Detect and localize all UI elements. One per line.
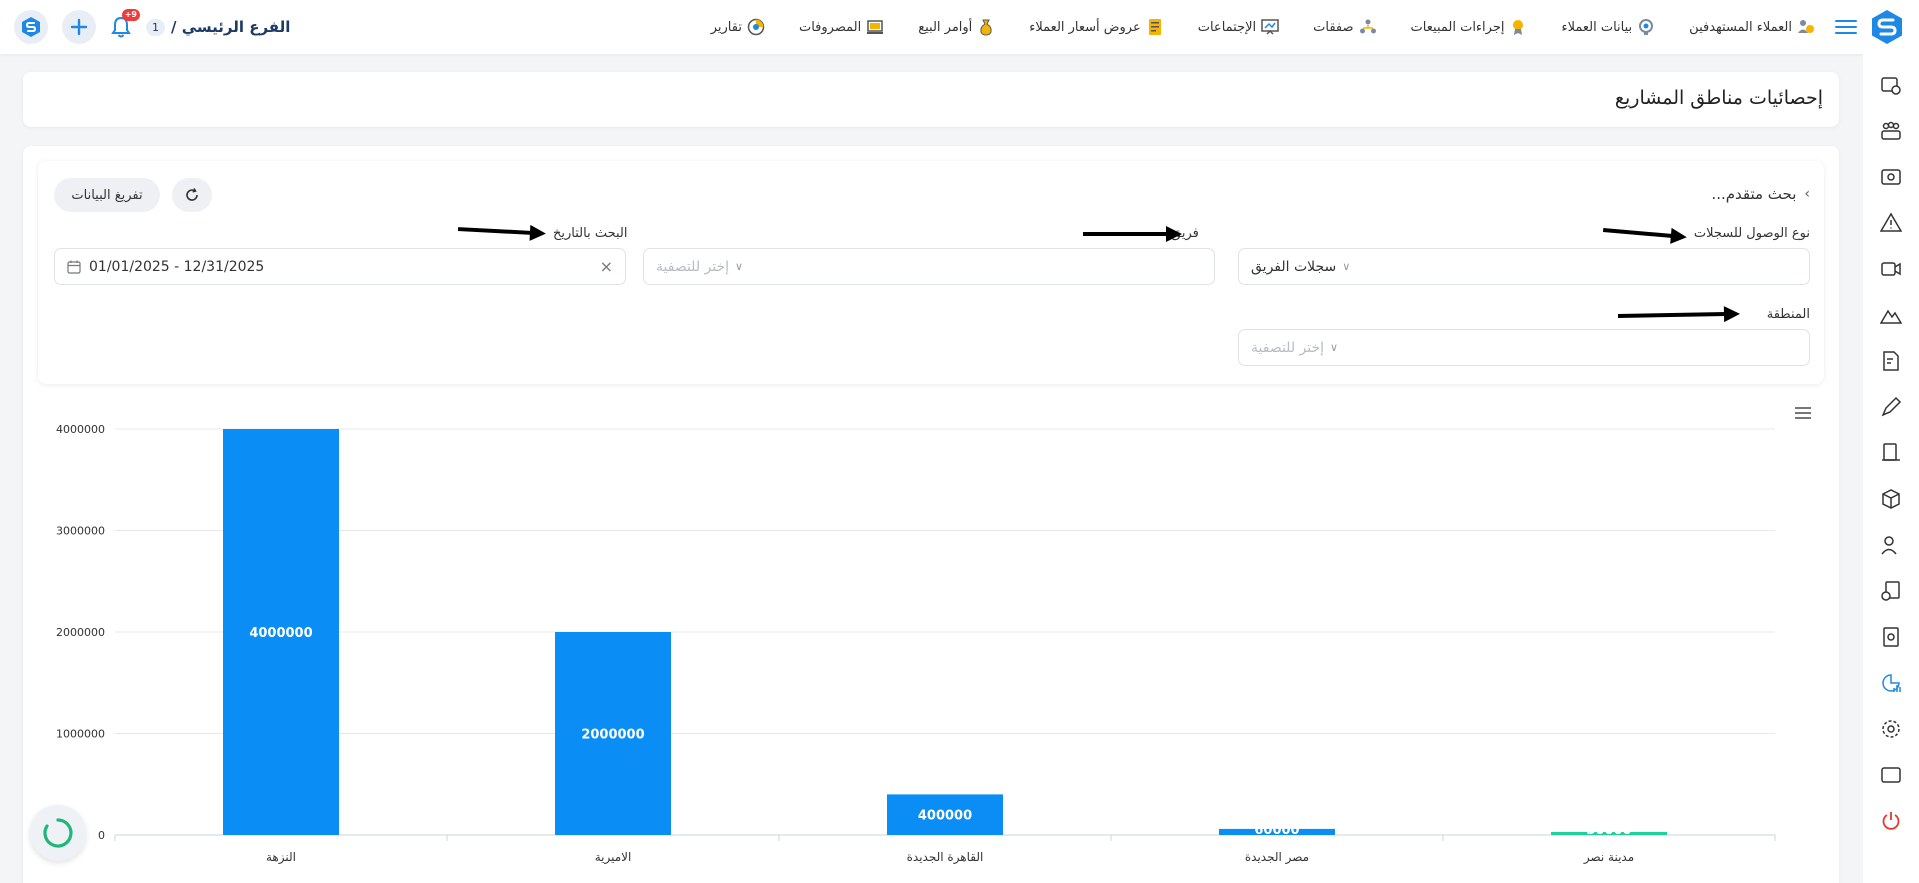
y-tick-label: 4000000 bbox=[56, 423, 105, 436]
x-tick-label: مدينة نصر bbox=[1583, 850, 1634, 865]
y-tick-label: 3000000 bbox=[56, 525, 105, 538]
bar-data-label: 2000000 bbox=[581, 728, 644, 743]
y-tick-label: 1000000 bbox=[56, 728, 105, 741]
loading-spinner-icon bbox=[30, 805, 86, 861]
y-tick-label: 2000000 bbox=[56, 626, 105, 639]
x-tick-label: مصر الجديدة bbox=[1245, 850, 1309, 865]
project-regions-bar-chart: 0 1000000 2000000 3000000 4000000 4000000 النز… bbox=[56, 423, 1776, 865]
bar-data-label: 60000 bbox=[1254, 823, 1299, 838]
x-tick-label: الاميرية bbox=[595, 850, 632, 865]
y-tick-label: 0 bbox=[98, 829, 105, 842]
bar-data-label: 4000000 bbox=[249, 626, 312, 641]
x-tick-label: القاهرة الجديدة bbox=[907, 850, 984, 865]
x-tick-label: النزهة bbox=[266, 850, 296, 865]
bar-data-label: 400000 bbox=[918, 809, 972, 824]
bar-data-label: 30000 bbox=[1586, 823, 1631, 838]
